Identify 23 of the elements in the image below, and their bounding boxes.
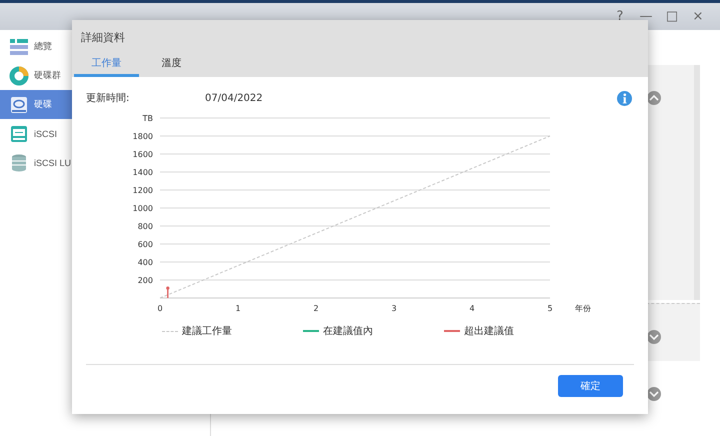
x-tick-label: 0 [157, 304, 163, 313]
y-tick-label: 1800 [132, 132, 153, 141]
y-tick-label: 400 [138, 258, 153, 267]
y-tick-label: 600 [138, 240, 153, 249]
x-tick-label: 2 [313, 304, 319, 313]
update-time-value: 07/04/2022 [205, 92, 264, 104]
x-tick-label: 1 [235, 304, 241, 313]
dialog-title: 詳細資料 [80, 30, 126, 46]
x-tick-label: 5 [547, 304, 553, 313]
y-tick-label: 1000 [132, 204, 153, 213]
y-tick-label: 1200 [132, 186, 153, 195]
legend-label: 在建議值內 [323, 324, 373, 338]
legend-label: 建議工作量 [182, 324, 232, 338]
y-tick-label: 800 [138, 222, 153, 231]
y-tick-label: 1600 [132, 150, 153, 159]
y-tick-label: 1400 [132, 168, 153, 177]
legend-label: 超出建議值 [464, 324, 514, 338]
x-tick-label: 4 [469, 304, 475, 313]
y-tick-label: TB [142, 114, 153, 123]
update-time-label: 更新時間: [86, 92, 130, 105]
y-tick-label: 200 [138, 276, 153, 285]
x-axis-label: 年份 [575, 304, 591, 313]
x-tick-label: 3 [391, 304, 397, 313]
